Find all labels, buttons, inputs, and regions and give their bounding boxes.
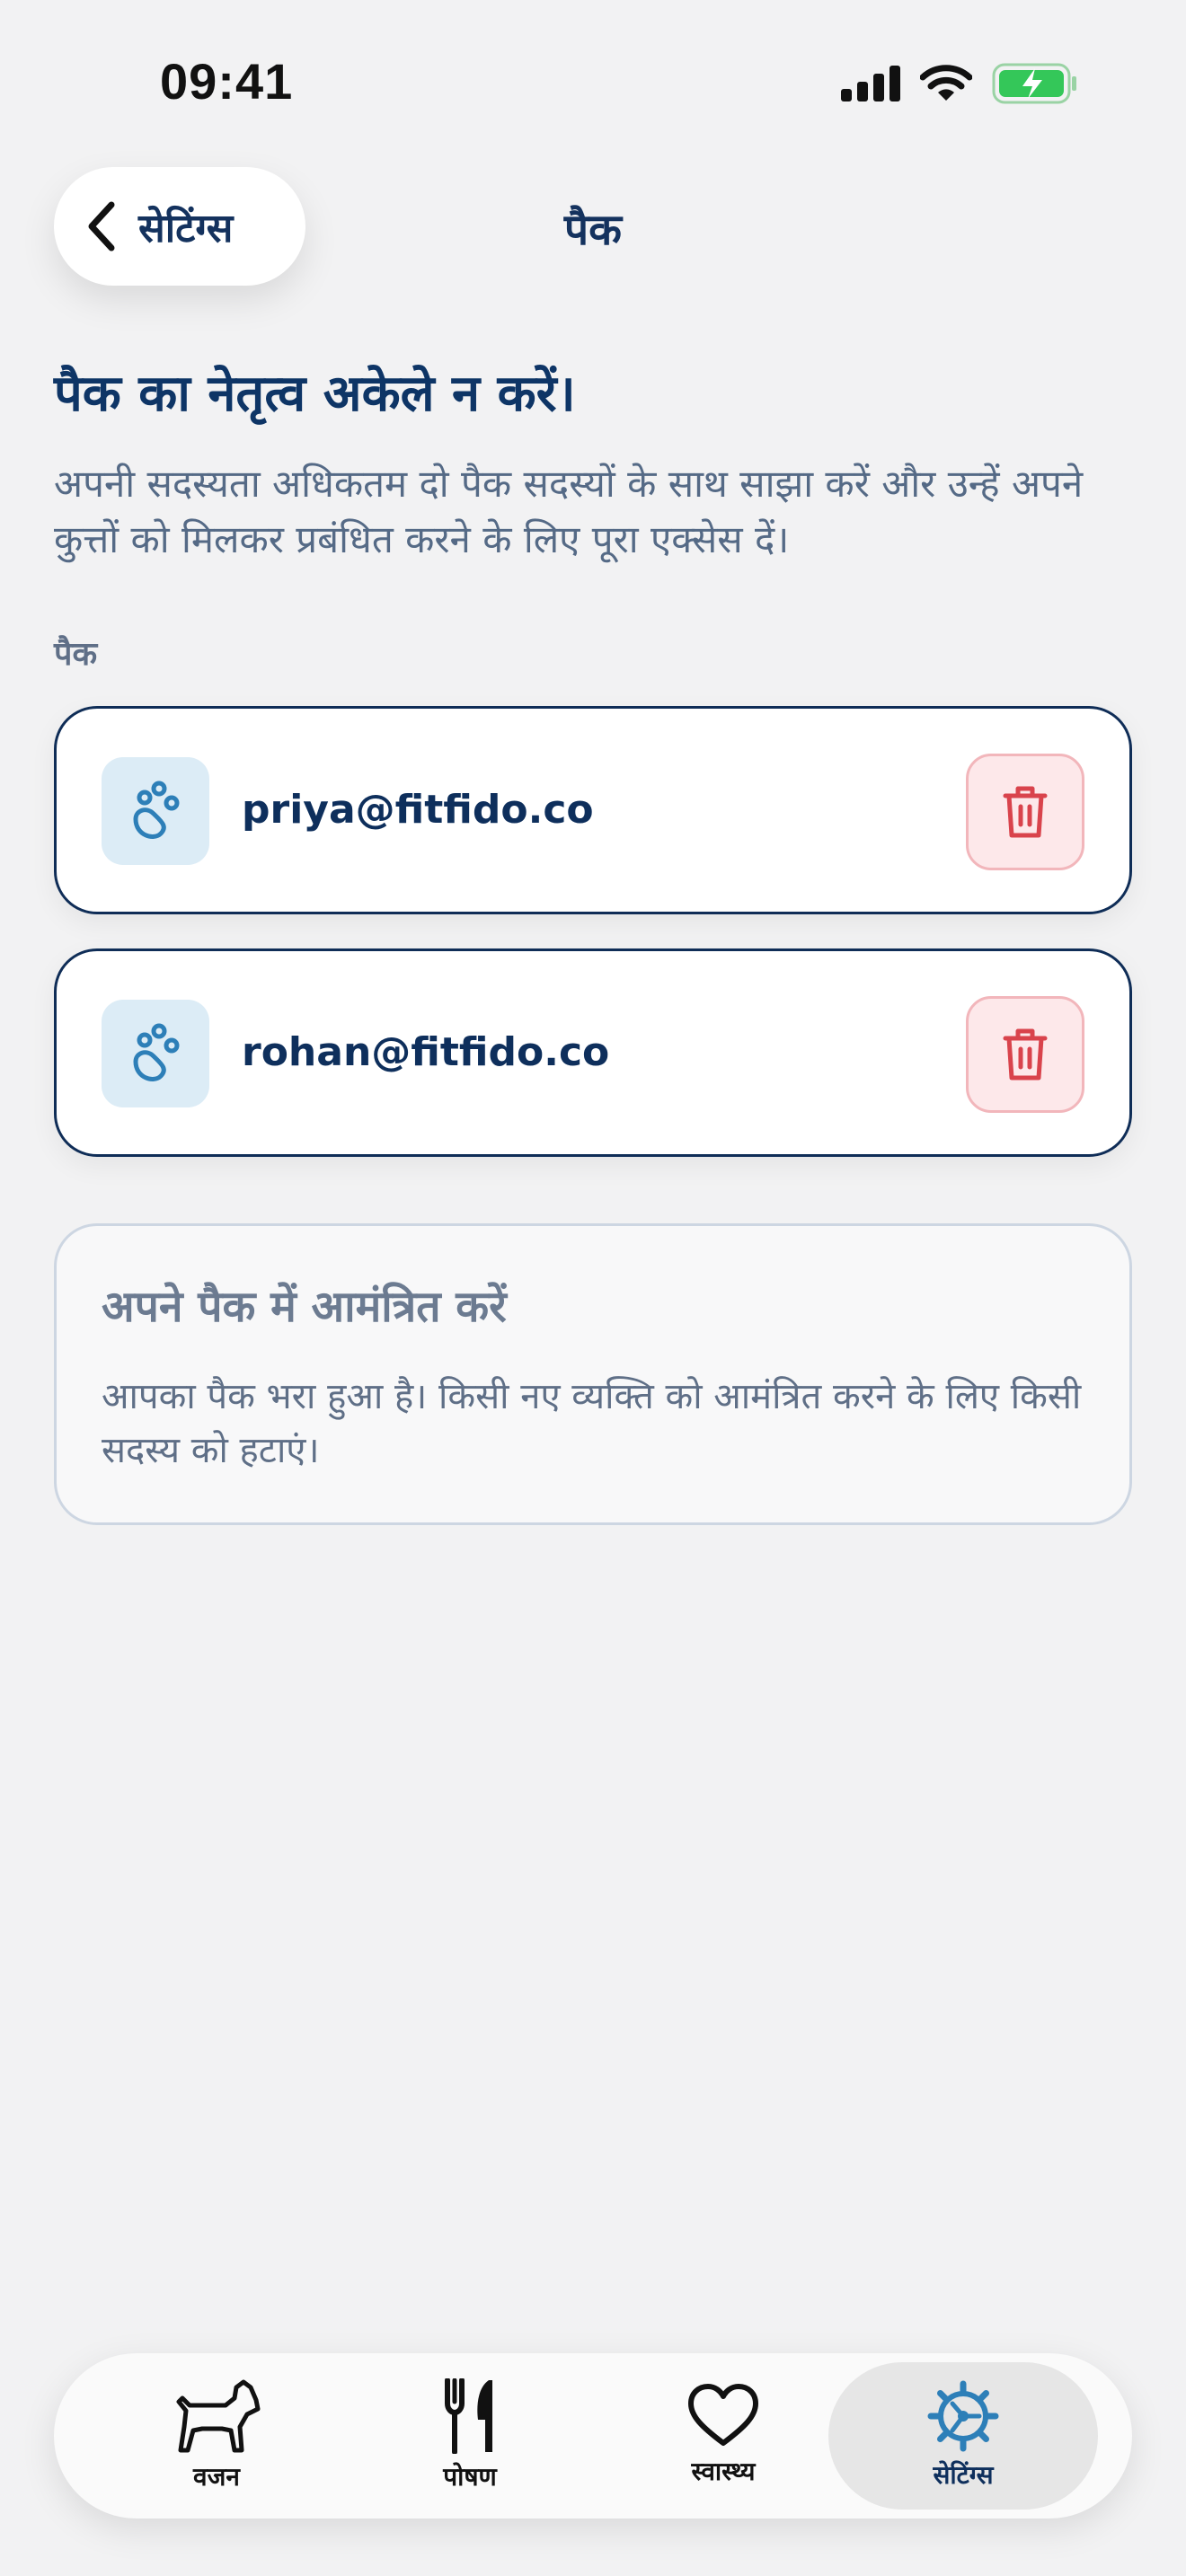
page-title: पैक	[563, 205, 623, 255]
trash-icon	[1003, 1028, 1048, 1081]
member-email: rohan@fitfido.co	[242, 1029, 610, 1075]
tab-label: वजन	[193, 2462, 240, 2492]
tab-settings[interactable]: सेटिंग्स	[828, 2362, 1098, 2510]
battery-charging-icon	[992, 63, 1076, 104]
tab-nutrition[interactable]: पोषण	[343, 2362, 597, 2510]
tab-health[interactable]: स्वास्थ्य	[597, 2362, 850, 2510]
fork-knife-icon	[445, 2378, 492, 2454]
tab-label: पोषण	[443, 2462, 497, 2492]
description: अपनी सदस्यता अधिकतम दो पैक सदस्यों के सा…	[54, 462, 1084, 561]
remove-member-button[interactable]	[966, 996, 1084, 1113]
remove-member-button[interactable]	[966, 754, 1084, 870]
headline: पैक का नेतृत्व अकेले न करें।	[54, 365, 576, 423]
wifi-icon	[920, 65, 972, 101]
tab-label: स्वास्थ्य	[691, 2457, 756, 2486]
paw-icon	[102, 757, 209, 865]
tab-bar: वजन पोषण स्वास्थ्य सेटिंग्स	[54, 2353, 1132, 2519]
member-card: priya@fitfido.co	[54, 706, 1132, 914]
heart-icon	[688, 2384, 758, 2446]
status-time: 09:41	[160, 53, 294, 110]
member-card: rohan@fitfido.co	[54, 948, 1132, 1157]
invite-text: आपका पैक भरा हुआ है। किसी नए व्यक्ति को …	[102, 1376, 1082, 1471]
status-bar: 09:41	[0, 0, 1186, 171]
section-label-pack: पैक	[54, 636, 98, 673]
dog-icon	[176, 2379, 261, 2453]
member-email: priya@fitfido.co	[242, 787, 594, 833]
invite-title: अपने पैक में आमंत्रित करें	[102, 1282, 507, 1332]
tab-label: सेटिंग्स	[933, 2460, 994, 2490]
signal-icon	[841, 66, 900, 101]
trash-icon	[1003, 786, 1048, 838]
invite-card-disabled: अपने पैक में आमंत्रित करें आपका पैक भरा …	[54, 1223, 1132, 1525]
status-icons	[841, 63, 1078, 104]
paw-icon	[102, 1000, 209, 1107]
tab-weight[interactable]: वजन	[90, 2362, 343, 2510]
gear-icon	[927, 2380, 999, 2452]
